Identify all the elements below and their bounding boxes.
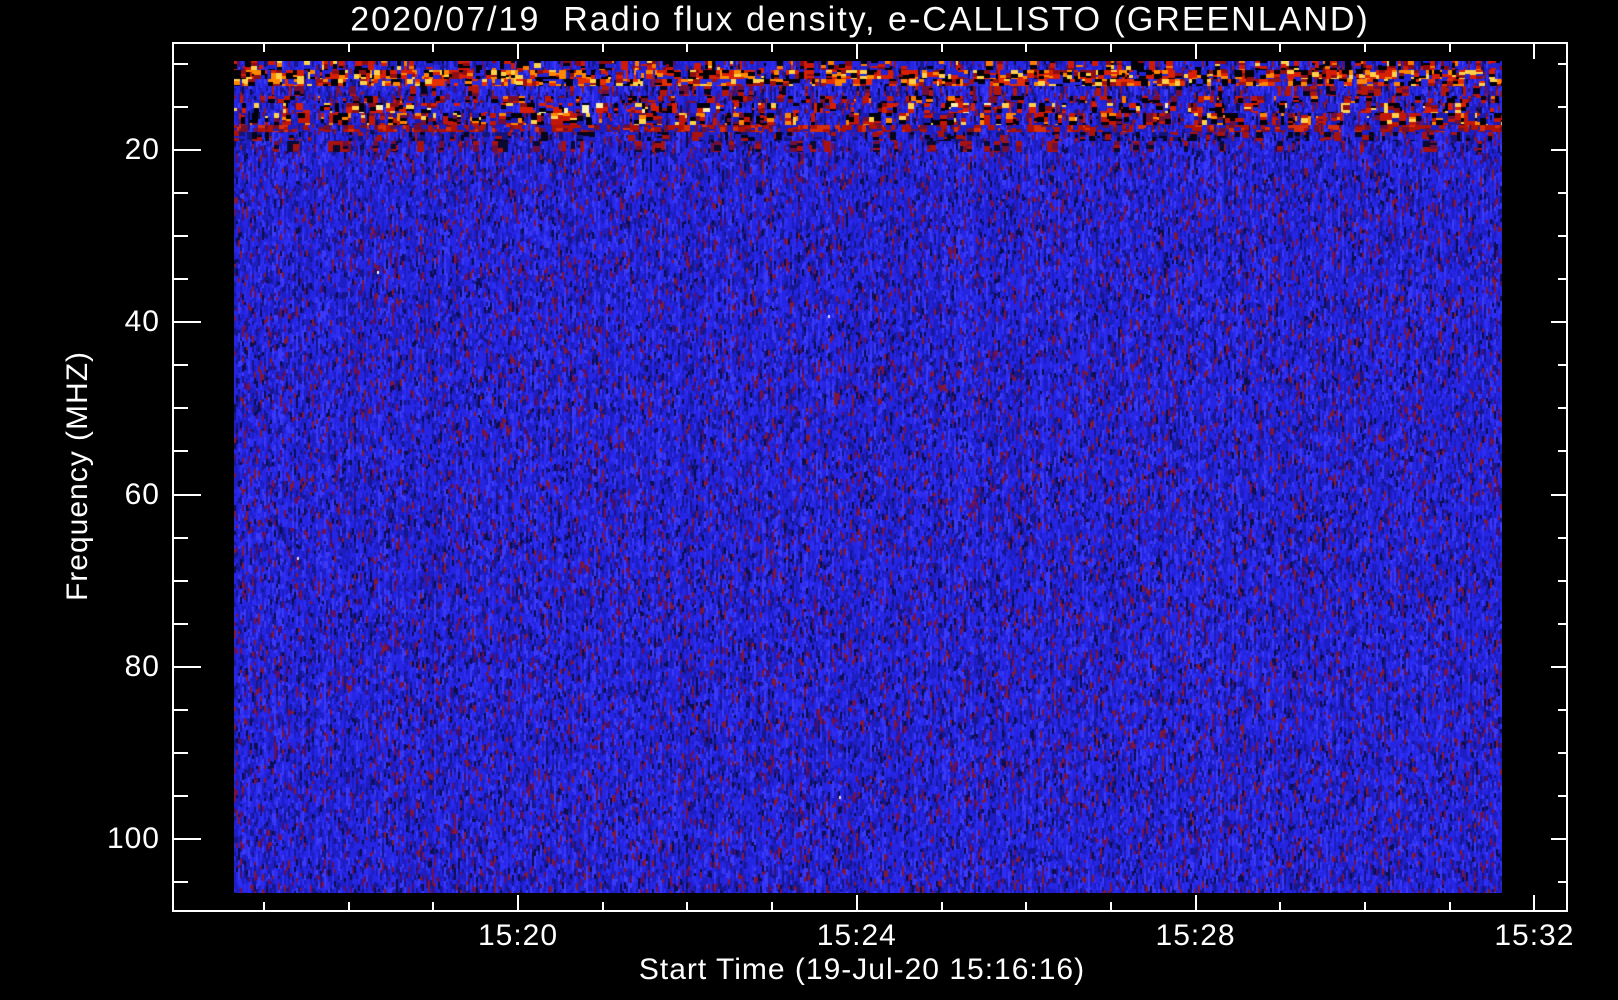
y-axis-minor-tick	[174, 278, 188, 280]
y-axis-right-minor-tick	[1558, 623, 1566, 625]
y-axis-major-tick	[174, 149, 201, 151]
x-axis-top-minor-tick	[1449, 44, 1451, 52]
y-axis-minor-tick	[174, 623, 188, 625]
x-axis-minor-tick	[1279, 902, 1281, 910]
x-tick-label: 15:28	[1116, 919, 1276, 953]
x-axis-minor-tick	[1025, 902, 1027, 910]
y-axis-minor-tick	[174, 364, 188, 366]
x-axis-top-minor-tick	[686, 44, 688, 52]
x-tick-label: 15:24	[777, 919, 937, 953]
y-axis-minor-tick	[174, 709, 188, 711]
y-axis-minor-tick	[174, 63, 188, 65]
x-axis-top-minor-tick	[432, 44, 434, 52]
y-axis-right-minor-tick	[1558, 752, 1566, 754]
x-axis-top-major-tick	[1195, 44, 1197, 59]
y-axis-title: Frequency (MHZ)	[61, 351, 95, 601]
y-axis-right-minor-tick	[1558, 63, 1566, 65]
y-axis-right-major-tick	[1551, 149, 1566, 151]
x-axis-title: Start Time (19-Jul-20 15:16:16)	[639, 953, 1085, 987]
x-axis-major-tick	[856, 895, 858, 910]
y-axis-right-major-tick	[1551, 838, 1566, 840]
x-axis-top-minor-tick	[602, 44, 604, 52]
x-axis-minor-tick	[1364, 902, 1366, 910]
x-axis-minor-tick	[941, 902, 943, 910]
x-axis-minor-tick	[348, 902, 350, 910]
x-axis-major-tick	[1195, 895, 1197, 910]
x-axis-top-minor-tick	[263, 44, 265, 52]
y-tick-label: 20	[30, 134, 160, 166]
y-axis-minor-tick	[174, 235, 188, 237]
y-axis-right-minor-tick	[1558, 450, 1566, 452]
y-axis-right-minor-tick	[1558, 364, 1566, 366]
y-tick-label: 60	[30, 479, 160, 511]
spectrogram-page: 2020/07/19 Radio flux density, e-CALLIST…	[0, 0, 1618, 1000]
x-tick-label: 15:32	[1454, 919, 1614, 953]
x-axis-major-tick	[1533, 895, 1535, 910]
y-axis-right-minor-tick	[1558, 192, 1566, 194]
x-axis-minor-tick	[263, 902, 265, 910]
y-axis-right-minor-tick	[1558, 278, 1566, 280]
x-axis-top-minor-tick	[1110, 44, 1112, 52]
x-axis-top-major-tick	[856, 44, 858, 59]
x-axis-top-minor-tick	[941, 44, 943, 52]
x-axis-minor-tick	[1110, 902, 1112, 910]
y-axis-right-major-tick	[1551, 321, 1566, 323]
x-axis-minor-tick	[771, 902, 773, 910]
y-axis-minor-tick	[174, 407, 188, 409]
y-axis-major-tick	[174, 321, 201, 323]
x-axis-minor-tick	[686, 902, 688, 910]
y-axis-right-minor-tick	[1558, 580, 1566, 582]
y-axis-minor-tick	[174, 881, 188, 883]
chart-title: 2020/07/19 Radio flux density, e-CALLIST…	[350, 1, 1370, 40]
x-axis-minor-tick	[432, 902, 434, 910]
x-axis-top-minor-tick	[1364, 44, 1366, 52]
y-axis-major-tick	[174, 838, 201, 840]
y-axis-minor-tick	[174, 752, 188, 754]
y-tick-label: 40	[30, 306, 160, 338]
spectrogram-heatmap	[234, 61, 1502, 893]
y-axis-major-tick	[174, 494, 201, 496]
y-tick-label: 100	[30, 823, 160, 855]
x-axis-top-major-tick	[517, 44, 519, 59]
y-axis-minor-tick	[174, 450, 188, 452]
x-axis-major-tick	[517, 895, 519, 910]
y-axis-right-minor-tick	[1558, 537, 1566, 539]
x-axis-top-minor-tick	[1279, 44, 1281, 52]
y-axis-minor-tick	[174, 795, 188, 797]
y-tick-label: 80	[30, 651, 160, 683]
y-axis-right-minor-tick	[1558, 407, 1566, 409]
y-axis-right-minor-tick	[1558, 106, 1566, 108]
y-axis-right-major-tick	[1551, 666, 1566, 668]
x-axis-minor-tick	[602, 902, 604, 910]
x-axis-minor-tick	[1449, 902, 1451, 910]
y-axis-right-minor-tick	[1558, 795, 1566, 797]
y-axis-right-major-tick	[1551, 494, 1566, 496]
y-axis-right-minor-tick	[1558, 881, 1566, 883]
x-tick-label: 15:20	[438, 919, 598, 953]
y-axis-minor-tick	[174, 580, 188, 582]
y-axis-minor-tick	[174, 106, 188, 108]
y-axis-major-tick	[174, 666, 201, 668]
y-axis-minor-tick	[174, 192, 188, 194]
x-axis-top-major-tick	[1533, 44, 1535, 59]
y-axis-minor-tick	[174, 537, 188, 539]
x-axis-top-minor-tick	[348, 44, 350, 52]
x-axis-top-minor-tick	[1025, 44, 1027, 52]
y-axis-right-minor-tick	[1558, 235, 1566, 237]
x-axis-top-minor-tick	[771, 44, 773, 52]
y-axis-right-minor-tick	[1558, 709, 1566, 711]
